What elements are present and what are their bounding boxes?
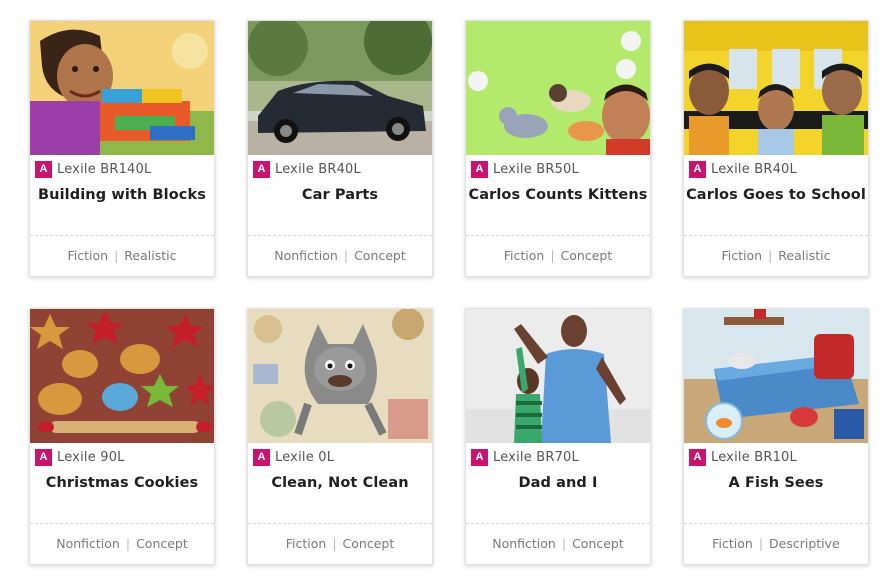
- book-meta: A Lexile BR10L: [689, 448, 797, 466]
- book-meta: A Lexile BR140L: [35, 160, 151, 178]
- subgenre-tag: Concept: [354, 248, 406, 263]
- book-title[interactable]: Carlos Counts Kittens: [466, 187, 650, 203]
- lexile-level: Lexile BR50L: [493, 161, 579, 177]
- book-cover-image[interactable]: [248, 21, 432, 155]
- book-cover-image[interactable]: [684, 309, 868, 443]
- book-meta: A Lexile BR70L: [471, 448, 579, 466]
- card-divider: [248, 235, 432, 236]
- lexile-level: Lexile BR40L: [711, 161, 797, 177]
- book-cover-image[interactable]: [30, 309, 214, 443]
- genre-tag: Nonfiction: [492, 536, 556, 551]
- book-card-carlos-counts-kittens[interactable]: A Lexile BR50L Carlos Counts Kittens Fic…: [465, 20, 651, 277]
- genre-tag: Nonfiction: [274, 248, 338, 263]
- tag-separator: |: [758, 536, 764, 551]
- tag-separator: |: [343, 248, 349, 263]
- reading-level-badge: A: [35, 448, 52, 466]
- book-cover-image[interactable]: [248, 309, 432, 443]
- book-title[interactable]: Building with Blocks: [30, 187, 214, 203]
- book-card-a-fish-sees[interactable]: A Lexile BR10L A Fish Sees Fiction | Descr…: [683, 308, 869, 565]
- book-title[interactable]: A Fish Sees: [684, 475, 868, 491]
- reading-level-badge: A: [689, 160, 706, 178]
- book-cover-image[interactable]: [684, 21, 868, 155]
- book-card-dad-and-i[interactable]: A Lexile BR70L Dad and I Nonfiction | Conc…: [465, 308, 651, 565]
- lexile-level: Lexile BR140L: [57, 161, 152, 177]
- card-divider: [248, 523, 432, 524]
- book-title[interactable]: Clean, Not Clean: [248, 475, 432, 491]
- subgenre-tag: Concept: [136, 536, 188, 551]
- tag-separator: |: [125, 536, 131, 551]
- book-meta: A Lexile BR50L: [471, 160, 579, 178]
- reading-level-badge: A: [689, 448, 706, 466]
- book-title[interactable]: Carlos Goes to School: [684, 187, 868, 203]
- book-meta: A Lexile BR40L: [253, 160, 361, 178]
- subgenre-tag: Descriptive: [769, 536, 840, 551]
- book-tags: Fiction | Realistic: [30, 248, 214, 263]
- book-tags: Fiction | Descriptive: [684, 536, 868, 551]
- reading-level-badge: A: [253, 448, 270, 466]
- genre-tag: Nonfiction: [56, 536, 120, 551]
- subgenre-tag: Concept: [342, 536, 395, 551]
- tag-separator: |: [332, 536, 337, 551]
- genre-tag: Fiction: [285, 536, 327, 551]
- card-divider: [466, 235, 650, 236]
- lexile-level: Lexile BR10L: [711, 449, 797, 465]
- subgenre-tag: Realistic: [124, 248, 177, 263]
- book-tags: Nonfiction | Concept: [248, 248, 432, 263]
- card-divider: [30, 235, 214, 236]
- card-divider: [684, 235, 868, 236]
- book-cover-image[interactable]: [466, 21, 650, 155]
- tag-separator: |: [114, 248, 119, 263]
- subgenre-tag: Concept: [560, 248, 613, 263]
- book-tags: Fiction | Concept: [466, 248, 650, 263]
- book-card-carlos-goes-to-school[interactable]: A Lexile BR40L Carlos Goes to School Fic…: [683, 20, 869, 277]
- lexile-level: Lexile 0L: [275, 449, 335, 465]
- card-divider: [30, 523, 214, 524]
- book-card-christmas-cookies[interactable]: A Lexile 90L Christmas Cookies Nonfictio…: [29, 308, 215, 565]
- reading-level-badge: A: [471, 448, 488, 466]
- genre-tag: Fiction: [721, 248, 763, 263]
- book-title[interactable]: Car Parts: [248, 187, 432, 203]
- tag-separator: |: [768, 248, 773, 263]
- book-cover-image[interactable]: [466, 309, 650, 443]
- book-title[interactable]: Dad and I: [466, 475, 650, 491]
- book-card-clean-not-clean[interactable]: A Lexile 0L Clean, Not Clean Fiction | Con…: [247, 308, 433, 565]
- tag-separator: |: [561, 536, 567, 551]
- tag-separator: |: [550, 248, 555, 263]
- book-card-car-parts[interactable]: A Lexile BR40L Car Parts Nonfiction | Conc…: [247, 20, 433, 277]
- card-divider: [684, 523, 868, 524]
- genre-tag: Fiction: [503, 248, 545, 263]
- lexile-level: Lexile BR40L: [275, 161, 361, 177]
- book-tags: Fiction | Realistic: [684, 248, 868, 263]
- book-tags: Nonfiction | Concept: [466, 536, 650, 551]
- card-divider: [466, 523, 650, 524]
- book-meta: A Lexile BR40L: [689, 160, 797, 178]
- genre-tag: Fiction: [712, 536, 753, 551]
- book-card-building-with-blocks[interactable]: A Lexile BR140L Building with Blocks Fic…: [29, 20, 215, 277]
- book-meta: A Lexile 0L: [253, 448, 334, 466]
- genre-tag: Fiction: [67, 248, 109, 263]
- book-tags: Fiction | Concept: [248, 536, 432, 551]
- lexile-level: Lexile 90L: [57, 449, 125, 465]
- reading-level-badge: A: [471, 160, 488, 178]
- book-tags: Nonfiction | Concept: [30, 536, 214, 551]
- reading-level-badge: A: [35, 160, 52, 178]
- book-cover-image[interactable]: [30, 21, 214, 155]
- lexile-level: Lexile BR70L: [493, 449, 579, 465]
- book-title[interactable]: Christmas Cookies: [30, 475, 214, 491]
- subgenre-tag: Concept: [572, 536, 624, 551]
- reading-level-badge: A: [253, 160, 270, 178]
- book-meta: A Lexile 90L: [35, 448, 125, 466]
- subgenre-tag: Realistic: [778, 248, 831, 263]
